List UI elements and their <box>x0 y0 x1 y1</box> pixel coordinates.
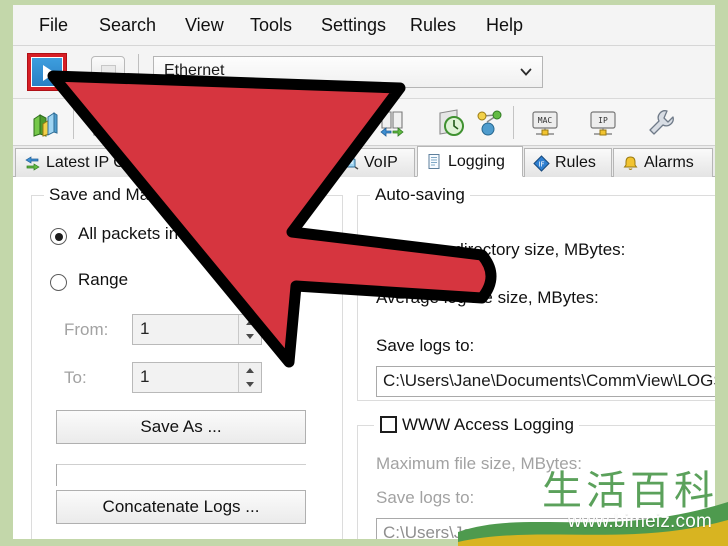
tab-strip: Latest IP Connections VoIP Logging IF Ru… <box>13 146 715 177</box>
tab-logging[interactable]: Logging <box>417 146 523 177</box>
save-as-button[interactable]: Save As ... <box>56 410 306 444</box>
to-label: To: <box>64 368 87 387</box>
www-max-file-size-label: Maximum file size, MBytes: <box>376 454 582 473</box>
menu-item-settings[interactable]: Settings <box>321 15 386 36</box>
to-value: 1 <box>140 367 150 386</box>
max-directory-size-label: Maximum directory size, MBytes: <box>376 240 626 259</box>
menu-item-file[interactable]: File <box>39 15 68 36</box>
menu-item-rules[interactable]: Rules <box>410 15 456 36</box>
from-value: 1 <box>140 319 150 338</box>
www-access-logging-legend: WWW Access Logging <box>374 415 579 435</box>
save-and-manage-group: Save and Manage All packets in buffer Ra… <box>31 185 343 539</box>
adapter-select-value: Ethernet <box>164 62 225 79</box>
alarms-bell-icon <box>623 155 638 170</box>
tab-label: VoIP <box>364 154 398 171</box>
to-stepper[interactable]: 1 <box>132 362 262 393</box>
start-capture-button[interactable] <box>27 53 67 91</box>
tab-label: Logging <box>448 152 505 170</box>
auto-saving-path-value: C:\Users\Jane\Documents\CommView\LOGS <box>383 371 715 390</box>
menu-item-view[interactable]: View <box>185 15 224 36</box>
logging-panel: Save and Manage All packets in buffer Ra… <box>13 177 715 539</box>
menu-bar: File Search View Tools Settings Rules He… <box>13 5 715 46</box>
radio-all-packets-label: All packets in buffer <box>78 224 227 243</box>
menu-item-help[interactable]: Help <box>486 15 523 36</box>
tab-alarms[interactable]: Alarms <box>613 148 713 177</box>
ip-aliases-icon[interactable]: IP <box>587 107 619 139</box>
auto-saving-save-logs-to-label: Save logs to: <box>376 336 475 355</box>
capture-toolbar: Ethernet <box>13 46 715 99</box>
tab-label: Rules <box>555 154 596 171</box>
tab-rules[interactable]: IF Rules <box>524 148 612 177</box>
log-scroll-icon <box>428 154 440 169</box>
adapter-select[interactable]: Ethernet <box>153 56 543 88</box>
save-and-manage-legend: Save and Manage <box>44 185 192 205</box>
to-spinner-buttons[interactable] <box>238 363 261 392</box>
reconstruct-icon[interactable] <box>203 107 235 139</box>
log-path-field[interactable] <box>56 464 306 486</box>
voip-phone-icon <box>343 158 359 170</box>
visual-packets-icon[interactable] <box>319 107 351 139</box>
www-path-value: C:\Users\Jane\Documents\CommView\LOGS <box>383 523 715 539</box>
radio-range[interactable] <box>50 274 67 291</box>
radio-range-label: Range <box>78 270 129 289</box>
tab-label: Alarms <box>644 154 694 171</box>
arrows-exchange-icon <box>25 155 40 171</box>
to-increment-button[interactable] <box>239 363 261 377</box>
auto-saving-legend: Auto-saving <box>370 185 470 205</box>
remote-agent-icon[interactable] <box>435 107 467 139</box>
tab-label: Latest IP Connections <box>46 154 203 171</box>
chevron-down-icon <box>520 68 532 76</box>
auto-saving-group: Auto-saving Maximum directory size, MByt… <box>357 185 715 401</box>
average-log-file-size-label: Average log file size, MBytes: <box>376 288 599 307</box>
nic-report-icon[interactable] <box>261 107 293 139</box>
from-decrement-button[interactable] <box>239 330 261 344</box>
scheduler-icon[interactable] <box>377 107 409 139</box>
to-decrement-button[interactable] <box>239 378 261 392</box>
from-stepper[interactable]: 1 <box>132 314 262 345</box>
toolbar-separator <box>73 106 74 139</box>
feature-toolbar: MAC IP <box>13 99 715 146</box>
toolbar-separator <box>138 54 139 90</box>
svg-text:MAC: MAC <box>538 116 553 125</box>
www-path-field[interactable]: C:\Users\Jane\Documents\CommView\LOGS <box>376 518 715 539</box>
menu-item-search[interactable]: Search <box>99 15 156 36</box>
mac-aliases-icon[interactable]: MAC <box>529 107 561 139</box>
rules-diamond-icon: IF <box>533 154 550 172</box>
log-viewer-icon[interactable] <box>87 107 119 139</box>
from-increment-button[interactable] <box>239 315 261 329</box>
stop-square-icon <box>101 65 116 80</box>
packet-generator-icon[interactable] <box>145 107 177 139</box>
www-save-logs-to-label: Save logs to: <box>376 488 475 507</box>
toolbar-separator <box>513 106 514 139</box>
www-access-logging-checkbox[interactable] <box>380 416 397 433</box>
from-spinner-buttons[interactable] <box>238 315 261 344</box>
settings-wrench-icon[interactable] <box>645 107 677 139</box>
tab-voip[interactable]: VoIP <box>333 148 415 177</box>
svg-text:IF: IF <box>538 160 544 168</box>
radio-all-packets-in-buffer[interactable] <box>50 228 67 245</box>
commview-window: File Search View Tools Settings Rules He… <box>13 5 715 539</box>
concatenate-logs-button[interactable]: Concatenate Logs ... <box>56 490 306 524</box>
svg-text:IP: IP <box>598 116 608 125</box>
www-access-logging-group: WWW Access Logging Maximum file size, MB… <box>357 415 715 539</box>
tab-latest-ip-connections[interactable]: Latest IP Connections <box>15 148 205 177</box>
stop-capture-button[interactable] <box>91 56 125 88</box>
packets-icon[interactable] <box>29 107 61 139</box>
play-icon <box>31 57 63 87</box>
auto-saving-path-field[interactable]: C:\Users\Jane\Documents\CommView\LOGS <box>376 366 715 397</box>
from-label: From: <box>64 320 109 339</box>
menu-item-tools[interactable]: Tools <box>250 15 292 36</box>
toolbar-separator <box>361 106 362 139</box>
node-graph-icon[interactable] <box>473 107 505 139</box>
